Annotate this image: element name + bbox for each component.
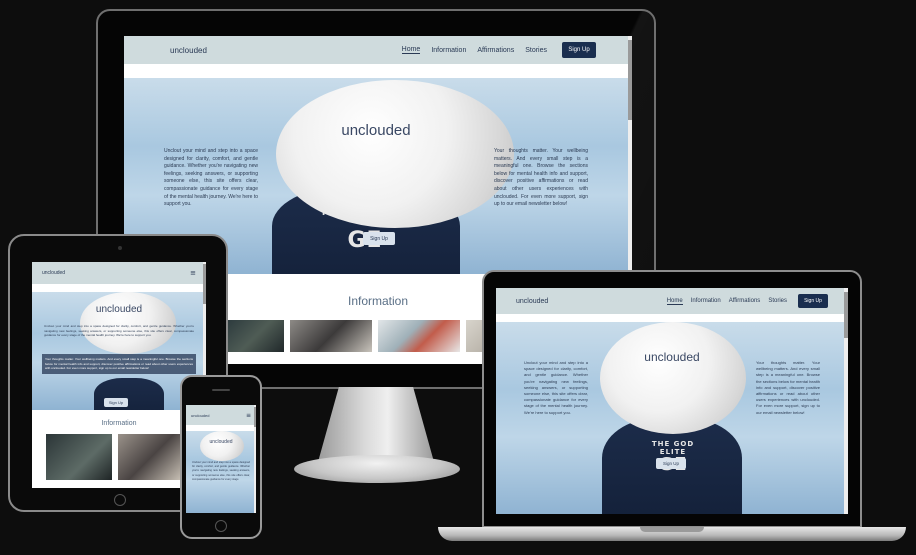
laptop-navbar: unclouded Home Information Affirmations … [496, 288, 848, 314]
nav-links: Home Information Affirmations Stories Si… [401, 42, 596, 58]
tablet-camera [118, 246, 122, 250]
phone-screen: unclouded ≡ unclouded Unclout your mind … [186, 405, 256, 513]
laptop-notch [640, 527, 704, 532]
intro-left: Unclout your mind and step into a space … [164, 148, 258, 208]
hero-title: unclouded [341, 122, 411, 139]
intro-right: Your thoughts matter. Your wellbeing mat… [494, 148, 588, 208]
laptop-nav-stories[interactable]: Stories [768, 298, 787, 304]
phone-hero-title: unclouded [209, 439, 233, 445]
laptop-nav-links: Home Information Affirmations Stories Si… [666, 294, 828, 308]
monitor-stand-base [294, 455, 460, 483]
phone-hero: unclouded Unclout your mind and step int… [186, 431, 256, 513]
nav-stories[interactable]: Stories [525, 47, 547, 54]
hero-signup-button[interactable]: Sign Up [363, 232, 395, 245]
tablet-home-button[interactable] [114, 494, 126, 506]
laptop-nav-home[interactable]: Home [666, 298, 683, 305]
tablet-cloud [80, 292, 176, 354]
laptop-nav-affirmations[interactable]: Affirmations [729, 298, 761, 304]
nav-affirmations[interactable]: Affirmations [477, 47, 514, 54]
phone-navbar: unclouded ≡ [186, 405, 256, 425]
hamburger-menu-icon[interactable]: ≡ [190, 269, 196, 277]
phone-speaker [212, 389, 230, 391]
phone-hamburger-icon[interactable]: ≡ [246, 412, 251, 419]
laptop-nav-information[interactable]: Information [691, 298, 721, 304]
navbar: unclouded Home Information Affirmations … [124, 36, 632, 64]
phone-logo[interactable]: unclouded [191, 413, 209, 418]
info-image-1[interactable] [228, 320, 284, 352]
laptop-scrollbar[interactable] [844, 288, 848, 514]
phone-cloud [200, 431, 244, 461]
phone-device: unclouded ≡ unclouded Unclout your mind … [180, 375, 262, 539]
site-logo[interactable]: unclouded [170, 46, 207, 55]
monitor-stand [318, 387, 434, 462]
tablet-signup-button[interactable]: Sign Up [104, 398, 128, 407]
laptop-logo[interactable]: unclouded [516, 298, 548, 305]
info-image-2[interactable] [290, 320, 372, 352]
tablet-highlight: Your thoughts matter. Your wellbeing mat… [42, 354, 196, 374]
laptop-hero-title: unclouded [644, 350, 700, 364]
tablet-navbar: unclouded ≡ [32, 262, 206, 284]
tablet-hero-title: unclouded [95, 304, 143, 315]
tablet-logo[interactable]: unclouded [42, 270, 65, 276]
laptop-signup-button[interactable]: Sign Up [798, 294, 828, 308]
phone-home-button[interactable] [215, 520, 227, 532]
nav-home[interactable]: Home [401, 46, 421, 54]
phone-intro: Unclout your mind and step into a space … [192, 461, 250, 481]
laptop-device: unclouded Home Information Affirmations … [482, 270, 862, 528]
signup-button[interactable]: Sign Up [562, 42, 596, 58]
tablet-info-image-2[interactable] [118, 434, 184, 480]
laptop-cloud [600, 322, 746, 434]
nav-information[interactable]: Information [431, 47, 466, 54]
laptop-intro-right: Your thoughts matter. Your wellbeing mat… [756, 360, 820, 415]
laptop-hero: THE GOD ELITE GE unclouded Unclout your … [496, 322, 848, 514]
laptop-hero-signup-button[interactable]: Sign Up [656, 458, 686, 469]
phone-scrollbar[interactable] [254, 405, 256, 513]
tablet-intro: Unclout your mind and step into a space … [44, 324, 194, 338]
laptop-screen: unclouded Home Information Affirmations … [496, 288, 848, 514]
tablet-info-image-1[interactable] [46, 434, 112, 480]
cloud-head [276, 80, 514, 228]
info-image-3[interactable] [378, 320, 460, 352]
laptop-intro-left: Unclout your mind and step into a space … [524, 360, 588, 415]
